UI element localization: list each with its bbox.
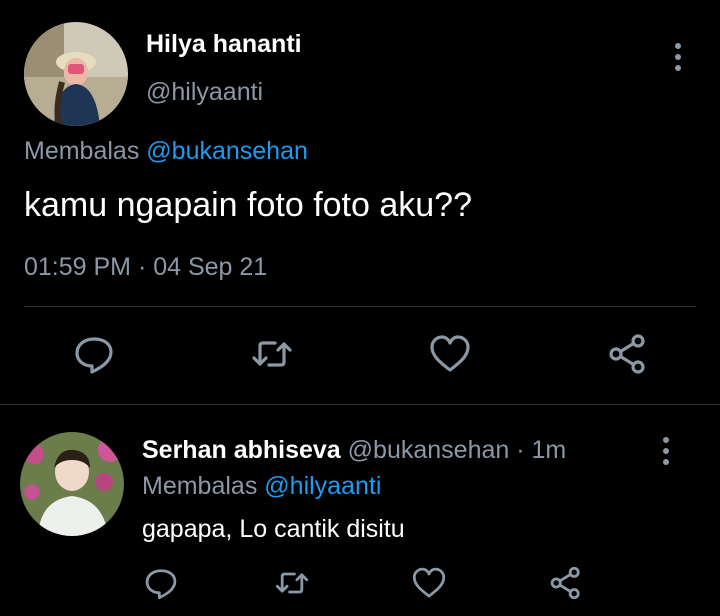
avatar-photo	[24, 22, 128, 126]
like-icon[interactable]	[411, 565, 447, 601]
tweet-text: kamu ngapain foto foto aku??	[24, 186, 472, 224]
separator: ·	[509, 436, 532, 464]
retweet-icon[interactable]	[274, 565, 310, 601]
reply-prefix: Membalas	[24, 137, 140, 165]
tweet-text: gapapa, Lo cantik disitu	[142, 515, 405, 543]
user-handle[interactable]: @hilyaanti	[146, 78, 263, 107]
reply-mention-link[interactable]: @bukansehan	[146, 137, 308, 165]
replying-to: Membalas @bukansehan	[24, 137, 308, 166]
share-icon[interactable]	[606, 332, 650, 376]
avatar[interactable]	[20, 432, 124, 536]
divider	[24, 306, 696, 307]
share-icon[interactable]	[548, 565, 584, 601]
reply-header: Serhan abhiseva @bukansehan · 1m	[142, 436, 566, 465]
divider	[0, 404, 720, 405]
retweet-icon[interactable]	[250, 332, 294, 376]
more-options-icon[interactable]	[652, 434, 680, 468]
more-options-icon[interactable]	[664, 40, 692, 74]
replying-to: Membalas @hilyaanti	[142, 472, 381, 501]
tweet-thread: Hilya hananti @hilyaanti Membalas @bukan…	[0, 0, 720, 616]
reply-icon[interactable]	[72, 332, 116, 376]
avatar-photo	[20, 432, 124, 536]
display-name[interactable]: Serhan abhiseva	[142, 436, 341, 464]
tweet-timestamp[interactable]: 01:59 PM · 04 Sep 21	[24, 253, 267, 282]
reply-icon[interactable]	[143, 565, 179, 601]
user-handle[interactable]: @bukansehan	[348, 436, 510, 464]
reply-prefix: Membalas	[142, 472, 258, 500]
tweet-age[interactable]: 1m	[532, 436, 567, 464]
like-icon[interactable]	[428, 332, 472, 376]
reply-mention-link[interactable]: @hilyaanti	[264, 472, 381, 500]
display-name[interactable]: Hilya hananti	[146, 30, 302, 59]
avatar[interactable]	[24, 22, 128, 126]
